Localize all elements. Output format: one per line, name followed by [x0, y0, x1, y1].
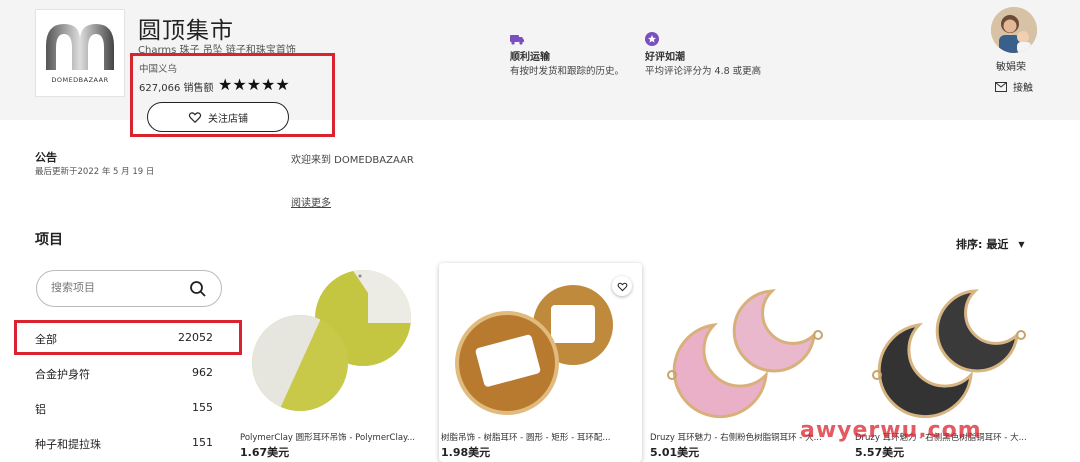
product-name: PolymerClay 圆形耳环吊饰 - PolymerClay...	[240, 433, 415, 443]
star-badge-icon	[645, 32, 659, 46]
sort-value: 最近	[986, 238, 1009, 251]
sort-label: 排序:	[956, 238, 983, 251]
product-price: 1.67美元	[240, 446, 290, 459]
product-card[interactable]: PolymerClay 圆形耳环吊饰 - PolymerClay... 1.67…	[238, 263, 438, 462]
truck-icon	[510, 35, 524, 45]
svg-text:DOMEDBAZAAR: DOMEDBAZAAR	[51, 76, 108, 84]
product-card[interactable]: 树脂吊饰 - 树脂耳环 - 圆形 - 矩形 - 耳环配... 1.98美元	[439, 263, 642, 462]
feature-desc: 有按时发货和跟踪的历史。	[510, 66, 625, 77]
watermark: awyerwu.com	[800, 418, 982, 443]
product-price: 5.57美元	[855, 446, 905, 459]
envelope-icon	[995, 81, 1007, 92]
product-price: 1.98美元	[441, 446, 491, 459]
items-title: 项目	[35, 232, 63, 248]
search-icon[interactable]	[189, 280, 207, 298]
owner-name: 敏娟荣	[996, 62, 1026, 73]
product-image	[252, 270, 411, 411]
category-count: 962	[192, 366, 213, 379]
favorite-button[interactable]	[612, 276, 632, 296]
feature-title: 顺利运输	[510, 52, 550, 63]
shop-logo[interactable]: DOMEDBAZAAR	[35, 9, 125, 97]
announcement-date: 最后更新于2022 年 5 月 19 日	[35, 167, 155, 177]
announcement-title: 公告	[35, 151, 57, 164]
category-count: 151	[192, 436, 213, 449]
category-label: 合金护身符	[35, 368, 90, 381]
sort-dropdown[interactable]: 排序: 最近 ▼	[956, 236, 1025, 252]
category-count: 155	[192, 401, 213, 414]
category-label: 铝	[35, 403, 46, 416]
heart-icon	[617, 282, 627, 291]
product-price: 5.01美元	[650, 446, 700, 459]
contact-button[interactable]: 接触	[995, 79, 1033, 94]
owner-avatar[interactable]	[991, 7, 1037, 53]
feature-title: 好评如潮	[645, 52, 685, 63]
product-image	[455, 285, 613, 415]
announcement-welcome: 欢迎来到 DOMEDBAZAAR	[291, 155, 414, 166]
feature-desc: 平均评论评分为 4.8 或更高	[645, 66, 762, 77]
shop-name: 圆顶集市	[138, 18, 234, 44]
item-search	[36, 270, 222, 307]
caret-down-icon: ▼	[1018, 239, 1025, 249]
category-all-highlight	[14, 320, 242, 355]
category-label: 种子和提拉珠	[35, 438, 101, 451]
search-input[interactable]	[51, 281, 181, 294]
contact-label: 接触	[1013, 83, 1033, 94]
product-name: 树脂吊饰 - 树脂耳环 - 圆形 - 矩形 - 耳环配...	[441, 433, 611, 443]
shop-info-highlight	[130, 53, 335, 137]
product-image	[872, 289, 1026, 419]
read-more-link[interactable]: 阅读更多	[291, 194, 331, 209]
product-image	[667, 289, 823, 419]
